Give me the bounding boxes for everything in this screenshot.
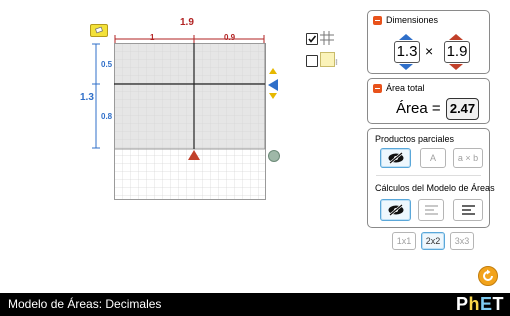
width-increment-arrow[interactable] xyxy=(449,34,463,40)
width-partition-handle[interactable] xyxy=(188,150,200,160)
grid-size-2x2-button[interactable]: 2x2 xyxy=(421,232,445,250)
dimensions-collapse-button[interactable] xyxy=(373,16,382,25)
reset-all-button[interactable] xyxy=(478,266,498,286)
reset-icon xyxy=(483,269,493,281)
eye-off-icon xyxy=(388,152,404,164)
checkmark-icon xyxy=(308,35,317,43)
area-value-box: 2.47 xyxy=(446,98,479,120)
partial-products-panel: Productos parciales A a × b Cálculos del… xyxy=(367,128,495,228)
products-hidden-button[interactable] xyxy=(380,148,411,168)
total-height-label: 1.3 xyxy=(80,92,94,103)
panel-divider xyxy=(376,175,481,176)
tile-icon-dots xyxy=(335,52,338,65)
times-sign: × xyxy=(425,43,434,59)
grid-checkbox[interactable] xyxy=(306,33,318,45)
tile-checkbox[interactable] xyxy=(306,55,318,67)
products-area-button[interactable]: A xyxy=(420,148,446,168)
navigation-bar: Modelo de Áreas: Decimales PhET xyxy=(0,293,510,316)
width-part-2-label: 0.9 xyxy=(224,33,236,42)
height-part-1-label: 0.5 xyxy=(101,60,113,69)
width-ruler xyxy=(114,30,265,43)
text-lines-icon xyxy=(425,205,438,215)
corner-resize-handle[interactable] xyxy=(268,150,280,162)
total-width-label: 1.9 xyxy=(180,17,194,28)
width-part-1-label: 1 xyxy=(150,33,155,42)
width-decrement-arrow[interactable] xyxy=(449,64,463,70)
partial-products-title: Productos parciales xyxy=(375,134,455,144)
height-part-2-label: 0.8 xyxy=(101,112,113,121)
area-collapse-button[interactable] xyxy=(373,84,382,93)
phet-logo-p: P xyxy=(455,294,469,314)
height-partition-handle[interactable] xyxy=(268,79,278,91)
area-grid xyxy=(114,43,266,200)
dimensions-panel: Dimensiones 1.3 × 1.9 xyxy=(367,10,490,74)
phet-logo-h: h xyxy=(468,294,480,314)
calculations-title: Cálculos del Modelo de Áreas xyxy=(375,183,495,193)
dimensions-title: Dimensiones xyxy=(386,15,439,25)
phet-logo-t: T xyxy=(492,294,504,314)
area-label: Área = xyxy=(396,100,441,117)
sim-screen: 1.9 1 0.9 1.3 0.5 0.8 Dimensiones 1.3 × … xyxy=(0,0,510,293)
tile-icon xyxy=(320,52,335,67)
grid-size-3x3-button[interactable]: 3x3 xyxy=(450,232,474,250)
eye-off-icon xyxy=(388,204,404,216)
sim-title: Modelo de Áreas: Decimales xyxy=(8,297,162,311)
height-value-box: 1.3 xyxy=(394,41,420,63)
phet-logo-e: E xyxy=(479,294,493,314)
grid-icon xyxy=(320,31,334,45)
width-value-box: 1.9 xyxy=(444,41,470,63)
calc-lines-light-button[interactable] xyxy=(418,199,444,221)
eraser-icon xyxy=(94,26,104,34)
grid-size-1x1-button[interactable]: 1x1 xyxy=(392,232,416,250)
calc-hidden-button[interactable] xyxy=(380,199,411,221)
resize-up-arrow[interactable] xyxy=(269,68,277,74)
total-area-panel: Área total Área = 2.47 xyxy=(367,78,490,124)
phet-logo[interactable]: PhET xyxy=(456,294,504,315)
resize-down-arrow[interactable] xyxy=(269,93,277,99)
eraser-button[interactable] xyxy=(90,24,108,37)
products-ab-button[interactable]: a × b xyxy=(453,148,483,168)
text-lines-icon xyxy=(462,205,475,215)
calc-lines-dark-button[interactable] xyxy=(453,199,483,221)
area-title: Área total xyxy=(386,83,425,93)
height-decrement-arrow[interactable] xyxy=(399,64,413,70)
height-increment-arrow[interactable] xyxy=(399,34,413,40)
